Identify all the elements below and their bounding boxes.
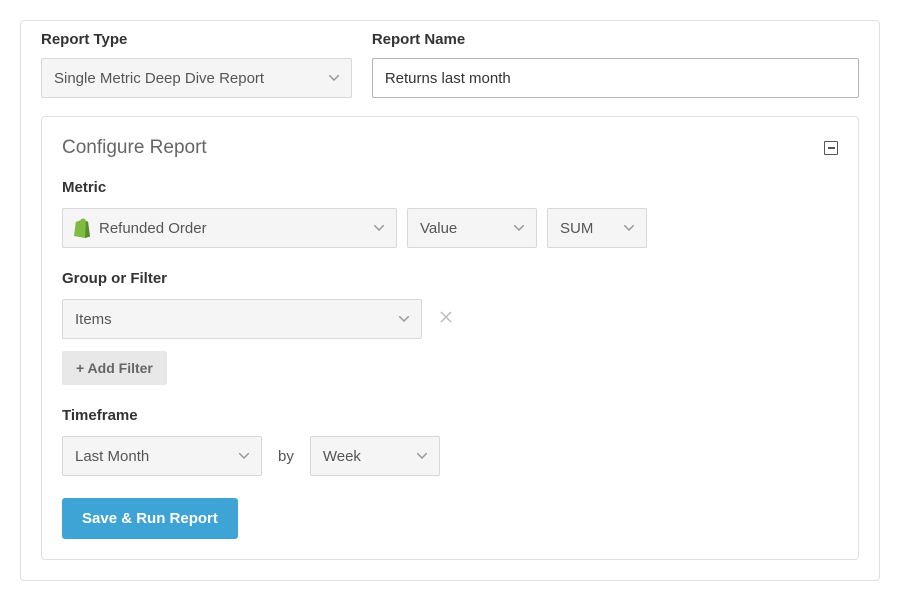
report-type-field: Report Type Single Metric Deep Dive Repo… bbox=[41, 31, 352, 98]
chevron-down-icon bbox=[624, 225, 634, 231]
metric-value: Refunded Order bbox=[99, 220, 207, 237]
close-icon bbox=[440, 311, 452, 323]
value-type-select[interactable]: Value bbox=[407, 208, 537, 248]
metric-select[interactable]: Refunded Order bbox=[62, 208, 397, 248]
minus-icon bbox=[828, 147, 835, 149]
report-name-field: Report Name bbox=[372, 31, 859, 98]
shopify-icon bbox=[73, 218, 91, 238]
group-value: Items bbox=[75, 311, 112, 328]
chevron-down-icon bbox=[417, 453, 427, 459]
report-type-value: Single Metric Deep Dive Report bbox=[54, 70, 264, 87]
timeframe-row: Last Month by Week bbox=[62, 436, 838, 476]
metric-section: Metric Refunded Order Value bbox=[62, 179, 838, 248]
timeframe-section: Timeframe Last Month by Week bbox=[62, 407, 838, 476]
collapse-button[interactable] bbox=[824, 141, 838, 155]
chevron-down-icon bbox=[239, 453, 249, 459]
aggregate-value: SUM bbox=[560, 220, 593, 237]
panel-header: Configure Report bbox=[62, 137, 838, 159]
configure-panel: Configure Report Metric Refunded Order bbox=[41, 116, 859, 560]
report-type-select[interactable]: Single Metric Deep Dive Report bbox=[41, 58, 352, 98]
chevron-down-icon bbox=[399, 316, 409, 322]
report-type-label: Report Type bbox=[41, 31, 352, 48]
interval-select[interactable]: Week bbox=[310, 436, 440, 476]
timeframe-select[interactable]: Last Month bbox=[62, 436, 262, 476]
report-name-input[interactable] bbox=[372, 58, 859, 98]
chevron-down-icon bbox=[374, 225, 384, 231]
report-name-label: Report Name bbox=[372, 31, 859, 48]
chevron-down-icon bbox=[514, 225, 524, 231]
group-select[interactable]: Items bbox=[62, 299, 422, 339]
panel-title: Configure Report bbox=[62, 137, 207, 159]
group-row: Items bbox=[62, 299, 838, 339]
aggregate-select[interactable]: SUM bbox=[547, 208, 647, 248]
by-label: by bbox=[278, 448, 294, 465]
interval-value: Week bbox=[323, 448, 361, 465]
metric-row: Refunded Order Value SUM bbox=[62, 208, 838, 248]
timeframe-label: Timeframe bbox=[62, 407, 838, 424]
timeframe-value: Last Month bbox=[75, 448, 149, 465]
metric-label: Metric bbox=[62, 179, 838, 196]
value-type-value: Value bbox=[420, 220, 457, 237]
group-section: Group or Filter Items + Add Filter bbox=[62, 270, 838, 385]
remove-filter-button[interactable] bbox=[440, 311, 452, 327]
chevron-down-icon bbox=[329, 75, 339, 81]
group-label: Group or Filter bbox=[62, 270, 838, 287]
add-filter-button[interactable]: + Add Filter bbox=[62, 351, 167, 385]
report-card: Report Type Single Metric Deep Dive Repo… bbox=[20, 20, 880, 581]
top-row: Report Type Single Metric Deep Dive Repo… bbox=[41, 31, 859, 98]
